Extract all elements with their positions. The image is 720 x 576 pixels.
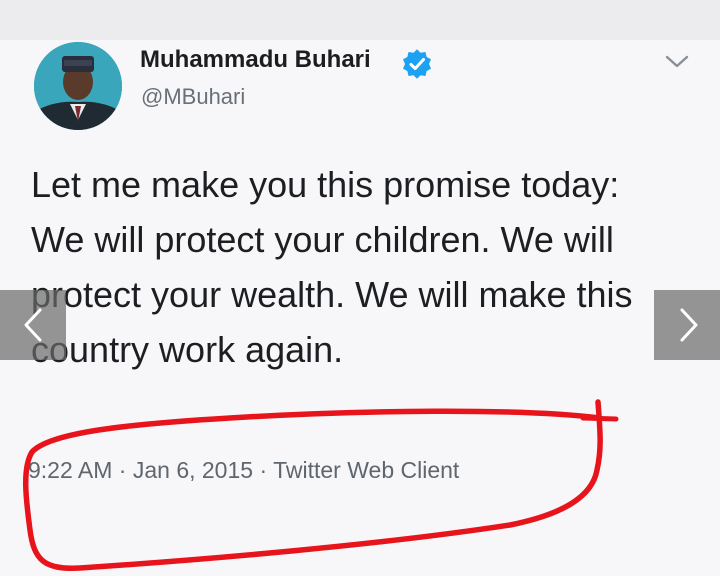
chevron-right-icon [680, 308, 698, 342]
tweet-time[interactable]: 9:22 AM [28, 457, 112, 483]
previous-image-button[interactable] [0, 290, 66, 360]
author-name[interactable]: Muhammadu Buhari [140, 46, 371, 74]
author-handle[interactable]: @MBuhari [141, 84, 245, 110]
avatar-photo-icon [34, 42, 122, 130]
tweet-meta: 9:22 AM · Jan 6, 2015 · Twitter Web Clie… [28, 457, 459, 484]
tweet-date[interactable]: Jan 6, 2015 [133, 457, 253, 483]
meta-separator: · [259, 457, 268, 483]
tweet-source[interactable]: Twitter Web Client [273, 457, 459, 483]
verified-badge-icon [403, 49, 431, 79]
top-strip [0, 0, 720, 40]
chevron-down-icon[interactable] [664, 54, 690, 70]
next-image-button[interactable] [654, 290, 720, 360]
tweet-text: Let me make you this promise today: We w… [31, 164, 633, 370]
avatar[interactable] [34, 42, 122, 130]
chevron-left-icon [24, 308, 42, 342]
meta-separator: · [118, 457, 127, 483]
